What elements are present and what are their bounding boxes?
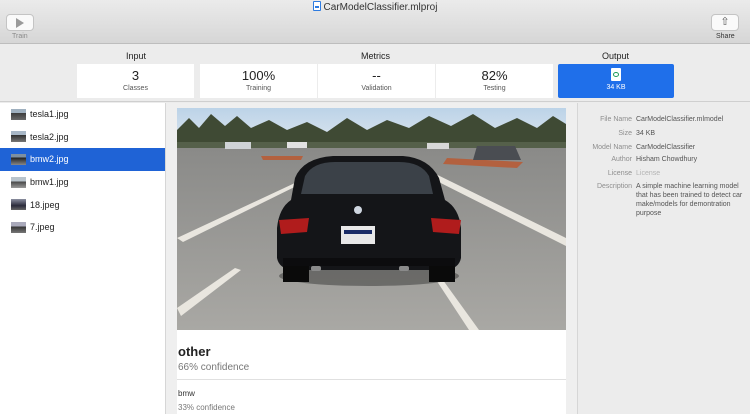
detail-value: Hisham Chowdhury [636, 156, 698, 163]
training-value: 100% [241, 68, 276, 83]
train-label: Train [12, 33, 28, 40]
share-icon: ⇧ [720, 16, 730, 28]
detail-value: CarModelClassifier [636, 144, 696, 151]
detail-key: File Name [600, 116, 632, 123]
detail-key: Author [611, 156, 632, 163]
file-item-7[interactable]: 7.jpeg [0, 216, 165, 239]
document-icon [312, 1, 321, 11]
image-thumbnail [11, 199, 26, 211]
train-button[interactable] [6, 14, 34, 31]
prediction-card: other 66% confidence bmw 33% confidence [177, 108, 566, 414]
file-item-tesla2[interactable]: tesla2.jpg [0, 126, 165, 149]
classes-value: 3 [131, 68, 140, 83]
image-thumbnail [11, 176, 26, 188]
detail-value: CarModelClassifier.mlmodel [636, 116, 724, 123]
toolbar: CarModelClassifier.mlproj Train ⇧ Share [0, 0, 750, 44]
play-icon [16, 17, 24, 28]
classes-card[interactable]: 3 Classes [77, 64, 194, 98]
top-prediction-label: other [178, 344, 211, 359]
second-prediction-confidence: 33% confidence [178, 403, 235, 412]
file-list: tesla1.jpg tesla2.jpg bmw2.jpg bmw1.jpg … [0, 103, 166, 414]
validation-card[interactable]: -- Validation [318, 64, 435, 98]
window-title-text: CarModelClassifier.mlproj [323, 2, 438, 13]
file-name: tesla2.jpg [30, 131, 69, 142]
training-label: Training [245, 85, 272, 92]
validation-label: Validation [361, 85, 392, 92]
image-thumbnail [11, 221, 26, 233]
input-section-label: Input [126, 51, 147, 61]
second-prediction-label: bmw [178, 389, 195, 398]
file-name: 7.jpeg [30, 222, 55, 233]
divider [177, 379, 566, 380]
window-title: CarModelClassifier.mlproj [0, 1, 750, 13]
detail-key: License [607, 170, 632, 177]
detail-value: License [636, 170, 661, 177]
classes-label: Classes [123, 85, 148, 92]
testing-value: 82% [481, 68, 508, 83]
image-thumbnail [11, 153, 26, 165]
file-name: tesla1.jpg [30, 109, 69, 120]
share-label: Share [716, 33, 735, 40]
output-size-label: 34 KB [606, 84, 626, 91]
image-thumbnail [11, 108, 26, 120]
detail-key: Description [596, 183, 632, 190]
file-name: 18.jpeg [30, 199, 60, 210]
car-photo [177, 108, 566, 330]
output-section-label: Output [602, 51, 630, 61]
model-details-panel: File Name CarModelClassifier.mlmodel Siz… [577, 103, 750, 414]
metrics-band: Input Metrics Output 3 Classes 100% Trai… [0, 44, 750, 102]
share-button[interactable]: ⇧ [711, 14, 739, 31]
detail-key: Model Name [592, 144, 632, 151]
detail-value: A simple machine learning model that has… [636, 183, 743, 217]
training-card[interactable]: 100% Training [200, 64, 317, 98]
file-item-bmw2[interactable]: bmw2.jpg [0, 148, 165, 171]
detail-value: 34 KB [636, 130, 656, 137]
testing-label: Testing [483, 85, 506, 92]
validation-value: -- [372, 68, 381, 83]
metrics-section-label: Metrics [361, 51, 390, 61]
mlmodel-file-icon [611, 68, 621, 81]
detail-key: Size [618, 130, 632, 137]
file-item-tesla1[interactable]: tesla1.jpg [0, 103, 165, 126]
output-model-card[interactable]: 34 KB [558, 64, 674, 98]
prediction-area: other 66% confidence bmw 33% confidence [166, 103, 577, 414]
image-thumbnail [11, 131, 26, 143]
file-name: bmw2.jpg [30, 154, 69, 165]
file-name: bmw1.jpg [30, 177, 69, 188]
file-item-18[interactable]: 18.jpeg [0, 193, 165, 216]
file-item-bmw1[interactable]: bmw1.jpg [0, 171, 165, 194]
top-prediction-confidence: 66% confidence [178, 362, 250, 373]
testing-card[interactable]: 82% Testing [436, 64, 553, 98]
car-photo-illustration [177, 108, 566, 330]
